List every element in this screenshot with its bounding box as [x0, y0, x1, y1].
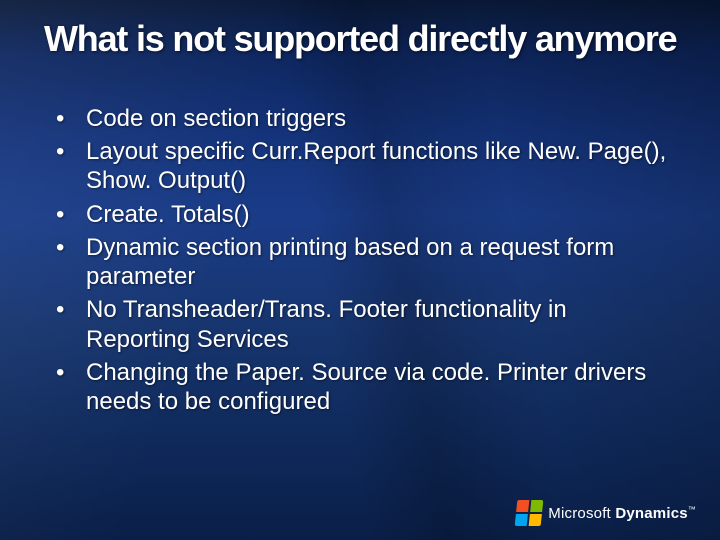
bullet-item: No Transheader/Trans. Footer functionali… [48, 295, 676, 354]
slide-title: What is not supported directly anymore [44, 20, 676, 58]
bullet-item: Dynamic section printing based on a requ… [48, 233, 676, 292]
brand-dynamics: Dynamics [615, 505, 687, 522]
microsoft-flag-icon [515, 500, 544, 526]
trademark-symbol: ™ [688, 505, 696, 514]
slide: What is not supported directly anymore C… [0, 0, 720, 540]
bullet-item: Code on section triggers [48, 104, 676, 133]
brand-microsoft: Microsoft [548, 505, 611, 522]
footer-brand-text: Microsoft Dynamics™ [548, 505, 696, 522]
bullet-item: Layout specific Curr.Report functions li… [48, 137, 676, 196]
bullet-item: Create. Totals() [48, 200, 676, 229]
footer-logo: Microsoft Dynamics™ [516, 500, 696, 526]
bullet-item: Changing the Paper. Source via code. Pri… [48, 358, 676, 417]
bullet-list: Code on section triggers Layout specific… [44, 104, 676, 417]
